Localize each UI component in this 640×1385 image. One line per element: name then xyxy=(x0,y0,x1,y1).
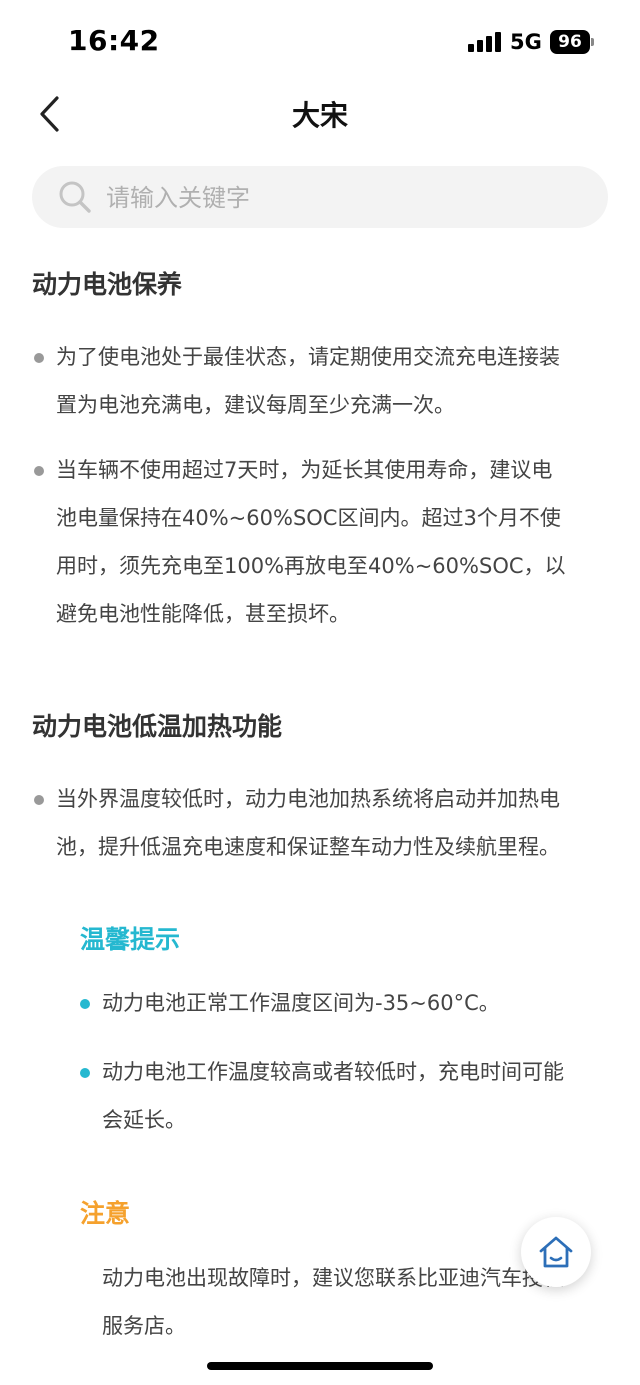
page-title: 大宋 xyxy=(291,99,348,132)
nav-bar: 大宋 xyxy=(0,84,640,144)
bullet-dot xyxy=(80,999,90,1009)
status-time: 16:42 xyxy=(68,24,160,57)
home-indicator xyxy=(207,1362,433,1370)
tips-title: 温馨提示 xyxy=(80,925,181,954)
home-button[interactable] xyxy=(521,1217,591,1287)
list-item: 动力电池工作温度较高或者较低时，充电时间可能 会延长。 xyxy=(80,1048,622,1144)
list-item: 动力电池正常工作温度区间为-35~60°C。 xyxy=(80,979,622,1027)
search-icon xyxy=(59,181,91,213)
section-title-low-temp-heating: 动力电池低温加热功能 xyxy=(32,712,283,741)
section-title-battery-care: 动力电池保养 xyxy=(32,270,183,299)
notice-title: 注意 xyxy=(80,1199,131,1228)
signal-icon xyxy=(468,32,502,52)
bullet-dot xyxy=(80,1068,90,1078)
network-type: 5G xyxy=(510,30,542,54)
list-item: 当外界温度较低时，动力电池加热系统将启动并加热电 池，提升低温充电速度和保证整车… xyxy=(34,775,626,871)
bullet-dot xyxy=(34,466,44,476)
search-input[interactable] xyxy=(104,166,588,230)
list-item: 为了使电池处于最佳状态，请定期使用交流充电连接装 置为电池充满电，建议每周至少充… xyxy=(34,333,626,429)
battery-icon: 96 xyxy=(550,30,594,54)
list-item: 当车辆不使用超过7天时，为延长其使用寿命，建议电 池电量保持在40%~60%SO… xyxy=(34,446,626,638)
status-bar: 16:42 5G 96 xyxy=(0,0,640,84)
home-icon xyxy=(539,1236,573,1268)
bullet-dot xyxy=(34,353,44,363)
bullet-dot xyxy=(34,795,44,805)
search-box[interactable] xyxy=(32,166,608,230)
battery-level: 96 xyxy=(558,32,582,52)
